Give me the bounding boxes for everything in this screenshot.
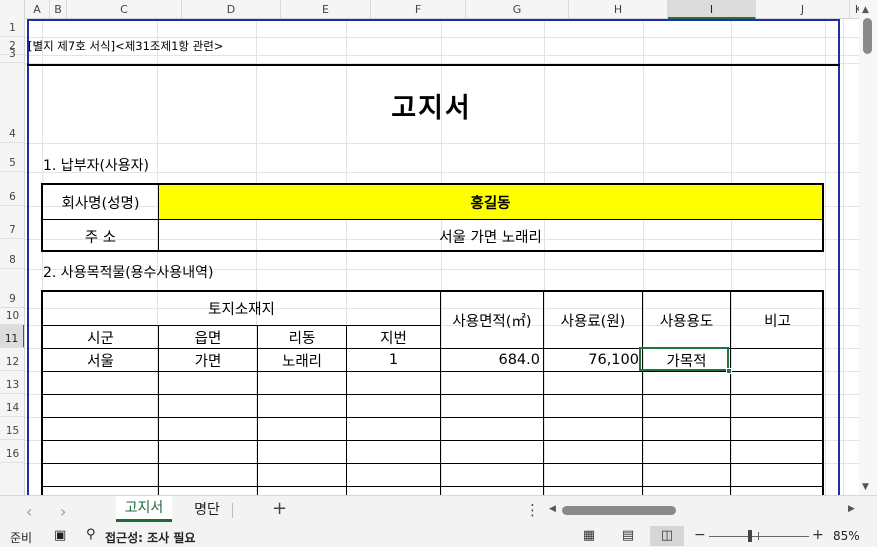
row-header-5[interactable]: 5 bbox=[0, 143, 24, 172]
more-options-icon[interactable]: ⋮ bbox=[525, 501, 540, 519]
add-sheet-button[interactable]: + bbox=[272, 498, 287, 519]
column-header-g[interactable]: G bbox=[466, 0, 569, 19]
header-fee[interactable]: 사용료(원) bbox=[544, 292, 642, 348]
normal-view-icon[interactable]: ▦ bbox=[572, 526, 606, 546]
zoom-level[interactable]: 85% bbox=[833, 529, 860, 543]
row-header-10[interactable]: 10 bbox=[0, 308, 24, 325]
horizontal-scroll-thumb[interactable] bbox=[562, 506, 676, 515]
select-all-corner[interactable] bbox=[0, 0, 25, 19]
status-ready: 준비 bbox=[10, 531, 33, 545]
header-area[interactable]: 사용면적(㎡) bbox=[441, 292, 543, 348]
form-reference[interactable]: [별지 제7호 서식]<제31조제1항 관련> bbox=[28, 38, 223, 54]
column-header-e[interactable]: E bbox=[281, 0, 371, 19]
row1-eupmyeon[interactable]: 가면 bbox=[159, 349, 257, 371]
zoom-slider-thumb[interactable] bbox=[748, 530, 752, 542]
usage-table: 토지소재지 시군 읍면 리동 지번 사용면적(㎡) 사용료(원) 사용용도 비고… bbox=[41, 290, 824, 495]
payer-address-value[interactable]: 서울 가면 노래리 bbox=[159, 220, 822, 252]
page-layout-view-icon[interactable]: ▤ bbox=[611, 526, 645, 546]
scroll-up-icon[interactable]: ▲ bbox=[862, 5, 869, 15]
row-header-bar: 1 2 3 4 5 6 7 8 9 10 11 12 13 14 15 16 bbox=[0, 19, 25, 495]
sheet-tab-notice[interactable]: 고지서 bbox=[116, 496, 172, 522]
header-remarks[interactable]: 비고 bbox=[731, 292, 824, 348]
section-payer-heading[interactable]: 1. 납부자(사용자) bbox=[43, 155, 149, 175]
column-header-b[interactable]: B bbox=[50, 0, 67, 19]
status-bar: 준비 ▣ ⚲ 접근성: 조사 필요 ▦ ▤ ◫ − + 85% bbox=[0, 525, 877, 547]
row-header-12[interactable]: 12 bbox=[0, 348, 24, 371]
header-sigun[interactable]: 시군 bbox=[43, 326, 158, 348]
sheet-tab-bar: ‹ › 고지서 명단 + ⋮ ◀ ▶ bbox=[0, 495, 877, 525]
excel-window: ABCDEFGHIJK 12345678910111213141516 [별지 … bbox=[0, 0, 877, 547]
row-header-11[interactable]: 11 bbox=[0, 325, 24, 348]
scroll-right-icon[interactable]: ▶ bbox=[848, 504, 855, 514]
document-title[interactable]: 고지서 bbox=[25, 86, 838, 125]
row-header-4[interactable]: 4 bbox=[0, 63, 24, 143]
scroll-down-icon[interactable]: ▼ bbox=[862, 482, 869, 492]
payer-address-label[interactable]: 주 소 bbox=[43, 220, 158, 252]
zoom-out-icon[interactable]: − bbox=[694, 527, 706, 543]
macro-record-icon[interactable]: ▣ bbox=[54, 528, 66, 543]
zoom-in-icon[interactable]: + bbox=[812, 527, 824, 543]
worksheet-grid[interactable]: [별지 제7호 서식]<제31조제1항 관련> 고지서 1. 납부자(사용자) … bbox=[25, 19, 859, 495]
column-header-bar: ABCDEFGHIJK bbox=[0, 0, 868, 19]
accessibility-icon[interactable]: ⚲ bbox=[86, 527, 96, 542]
header-ridong[interactable]: 리동 bbox=[258, 326, 346, 348]
row-header-3[interactable]: 3 bbox=[0, 48, 24, 63]
row1-fee[interactable]: 76,100 bbox=[544, 349, 642, 371]
column-header-d[interactable]: D bbox=[182, 0, 281, 19]
sheet-tab-list[interactable]: 명단 bbox=[184, 499, 230, 521]
fill-handle[interactable] bbox=[726, 368, 732, 374]
payer-name-label[interactable]: 회사명(성명) bbox=[43, 185, 158, 219]
row-header-1[interactable]: 1 bbox=[0, 19, 24, 37]
zoom-slider-center-mark bbox=[758, 532, 759, 540]
header-jibeon[interactable]: 지번 bbox=[347, 326, 440, 348]
row1-ridong[interactable]: 노래리 bbox=[258, 349, 346, 371]
vertical-scroll-thumb[interactable] bbox=[863, 18, 872, 54]
column-header-f[interactable]: F bbox=[371, 0, 466, 19]
row-header-13[interactable]: 13 bbox=[0, 371, 24, 394]
row-header-7[interactable]: 7 bbox=[0, 206, 24, 239]
accessibility-status[interactable]: 접근성: 조사 필요 bbox=[105, 529, 195, 546]
payer-name-value[interactable]: 홍길동 bbox=[159, 185, 822, 219]
row1-area[interactable]: 684.0 bbox=[441, 349, 543, 371]
section-usage-heading[interactable]: 2. 사용목적물(용수사용내역) bbox=[43, 262, 213, 282]
zoom-slider-track[interactable] bbox=[709, 536, 809, 537]
scroll-left-icon[interactable]: ◀ bbox=[549, 504, 556, 514]
column-header-c[interactable]: C bbox=[67, 0, 182, 19]
next-sheet-icon[interactable]: › bbox=[60, 502, 66, 521]
row-header-15[interactable]: 15 bbox=[0, 417, 24, 440]
title-rule bbox=[27, 64, 840, 66]
payer-table: 회사명(성명) 홍길동 주 소 서울 가면 노래리 bbox=[41, 183, 824, 252]
header-purpose[interactable]: 사용용도 bbox=[643, 292, 730, 348]
tab-divider bbox=[232, 503, 233, 518]
row-header-8[interactable]: 8 bbox=[0, 239, 24, 269]
active-cell-selection[interactable] bbox=[639, 347, 729, 371]
prev-sheet-icon[interactable]: ‹ bbox=[26, 502, 32, 521]
column-header-j[interactable]: J bbox=[756, 0, 850, 19]
row1-jibeon[interactable]: 1 bbox=[347, 349, 440, 371]
header-land-location[interactable]: 토지소재지 bbox=[43, 292, 440, 325]
row1-remarks[interactable] bbox=[731, 349, 824, 371]
column-header-i[interactable]: I bbox=[668, 0, 756, 19]
row-header-6[interactable]: 6 bbox=[0, 172, 24, 206]
row-header-16[interactable]: 16 bbox=[0, 440, 24, 463]
vertical-scrollbar[interactable]: ▲ ▼ bbox=[859, 0, 877, 495]
row1-sigun[interactable]: 서울 bbox=[43, 349, 158, 371]
column-header-a[interactable]: A bbox=[25, 0, 50, 19]
page-break-preview-icon[interactable]: ◫ bbox=[650, 526, 684, 546]
row-header-9[interactable]: 9 bbox=[0, 269, 24, 308]
header-eupmyeon[interactable]: 읍면 bbox=[159, 326, 257, 348]
column-header-h[interactable]: H bbox=[569, 0, 668, 19]
row-header-14[interactable]: 14 bbox=[0, 394, 24, 417]
